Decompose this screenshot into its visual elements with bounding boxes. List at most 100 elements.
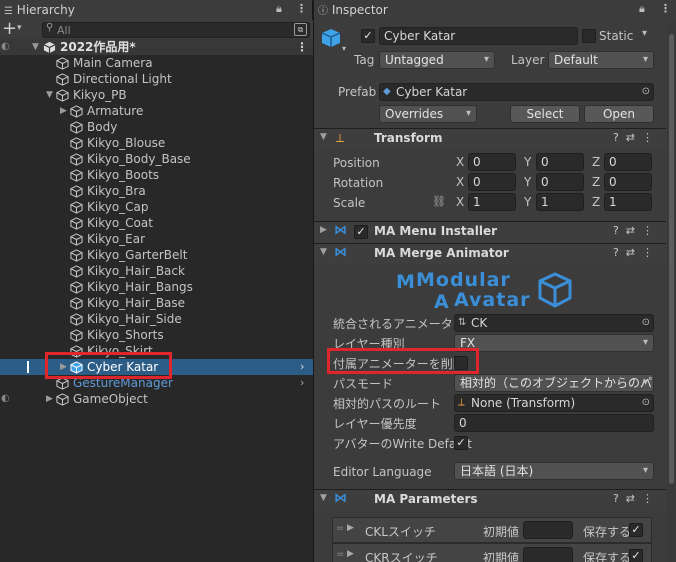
chevron-right-icon[interactable]: ▶ [347, 549, 354, 559]
hierarchy-item[interactable]: Kikyo_Blouse [0, 135, 313, 151]
help-icon[interactable]: ? [613, 492, 626, 505]
drag-handle-icon[interactable]: = [336, 549, 344, 560]
kebab-menu-icon[interactable]: ⋮ [296, 39, 308, 55]
component-icons[interactable]: ?⇄⋮ [613, 492, 660, 505]
select-button[interactable]: Select [510, 105, 580, 123]
hierarchy-item[interactable]: ▶ Armature [0, 103, 313, 119]
chevron-right-icon[interactable]: › [300, 359, 304, 375]
object-name-field[interactable]: Cyber Katar [379, 27, 578, 45]
axis-y-label[interactable]: Y [524, 195, 531, 209]
editor-language-dropdown[interactable]: 日本語 (日本) [454, 462, 654, 480]
component-icons[interactable]: ?⇄⋮ [613, 131, 660, 144]
hierarchy-item[interactable]: Kikyo_Hair_Base [0, 295, 313, 311]
tab-inspector[interactable]: ⓘ Inspector [314, 0, 676, 20]
scale-x-field[interactable]: 1 [468, 193, 516, 211]
help-icon[interactable]: ? [613, 224, 626, 237]
visibility-icon[interactable]: ◐ [1, 391, 10, 407]
drag-handle-icon[interactable]: = [336, 523, 344, 534]
hierarchy-item[interactable]: Kikyo_Hair_Bangs [0, 279, 313, 295]
hierarchy-item[interactable]: Kikyo_Body_Base [0, 151, 313, 167]
default-value-field[interactable] [523, 547, 573, 562]
hierarchy-item-selected[interactable]: ▶ Cyber Katar › [0, 359, 313, 375]
chevron-right-icon[interactable]: ▶ [347, 523, 354, 533]
scene-filter-icon[interactable]: ⧉ [294, 23, 307, 36]
chevron-down-icon[interactable]: ▾ [342, 44, 346, 53]
hierarchy-item[interactable]: Kikyo_Hair_Back [0, 263, 313, 279]
overrides-dropdown[interactable]: Overrides [379, 105, 477, 123]
scrollbar-thumb[interactable] [669, 34, 674, 484]
static-checkbox[interactable] [582, 29, 596, 43]
hierarchy-item[interactable]: Kikyo_GarterBelt [0, 247, 313, 263]
kebab-menu-icon[interactable]: ⋮ [642, 492, 660, 505]
hierarchy-item[interactable]: Kikyo_Coat [0, 215, 313, 231]
component-icons[interactable]: ?⇄⋮ [613, 246, 660, 259]
prefab-field[interactable]: ◆ Cyber Katar ⊙ [379, 83, 654, 101]
chevron-down-icon[interactable]: ▼ [320, 247, 327, 257]
parameters-header[interactable]: ▼ ⋈ MA Parameters ?⇄⋮ [314, 489, 666, 511]
component-icons[interactable]: ?⇄⋮ [613, 224, 660, 237]
search-input[interactable] [57, 23, 287, 37]
hierarchy-item[interactable]: ▶ GameObject [0, 391, 313, 407]
hierarchy-item[interactable]: Kikyo_Skirt [0, 343, 313, 359]
help-icon[interactable]: ? [613, 131, 626, 144]
axis-z-label[interactable]: Z [592, 155, 600, 169]
layer-type-dropdown[interactable]: FX [454, 334, 654, 352]
preset-icon[interactable]: ⇄ [626, 246, 642, 259]
menu-installer-enabled-checkbox[interactable]: ✓ [354, 225, 368, 239]
hierarchy-item[interactable]: GestureManager › [0, 375, 313, 391]
inspector-scrollbar[interactable] [667, 20, 676, 562]
scale-z-field[interactable]: 1 [604, 193, 652, 211]
relative-root-field[interactable]: ⟂ None (Transform) ⊙ [454, 394, 654, 412]
axis-z-label[interactable]: Z [592, 175, 600, 189]
help-icon[interactable]: ? [613, 246, 626, 259]
open-button[interactable]: Open [584, 105, 654, 123]
transform-header[interactable]: ▼ ⟂ Transform ?⇄⋮ [314, 128, 666, 150]
path-mode-dropdown[interactable]: 相対的（このオブジェクトからのパスを依存 [454, 374, 654, 392]
active-checkbox[interactable]: ✓ [361, 29, 375, 43]
preset-icon[interactable]: ⇄ [626, 224, 642, 237]
axis-x-label[interactable]: X [456, 195, 464, 209]
chevron-right-icon[interactable]: ▶ [320, 225, 327, 235]
lock-icon[interactable]: 🔒︎ [276, 2, 282, 16]
object-picker-icon[interactable]: ⊙ [642, 84, 650, 100]
hierarchy-search[interactable]: ⚲ ⧉ [42, 22, 310, 38]
kebab-menu-icon[interactable]: ⋮ [642, 246, 660, 259]
kebab-menu-icon[interactable]: ⋮ [642, 131, 660, 144]
link-icon[interactable]: ⛓ [432, 195, 446, 208]
menu-installer-header[interactable]: ▶ ⋈ ✓ MA Menu Installer ?⇄⋮ [314, 221, 666, 243]
hierarchy-item[interactable]: Kikyo_Boots [0, 167, 313, 183]
kebab-menu-icon[interactable]: ⋮ [296, 2, 307, 15]
hierarchy-item[interactable]: ▼ Kikyo_PB [0, 87, 313, 103]
chevron-down-icon[interactable]: ▼ [32, 39, 39, 55]
hierarchy-item[interactable]: Kikyo_Cap [0, 199, 313, 215]
axis-x-label[interactable]: X [456, 155, 464, 169]
kebab-menu-icon[interactable]: ⋮ [660, 2, 671, 15]
chevron-right-icon[interactable]: ▶ [46, 391, 53, 407]
position-x-field[interactable]: 0 [468, 153, 516, 171]
default-value-field[interactable] [523, 521, 573, 539]
rotation-x-field[interactable]: 0 [468, 173, 516, 191]
scene-row[interactable]: ◐ ▼ 2022作品用* ⋮ [0, 39, 313, 55]
preset-icon[interactable]: ⇄ [626, 492, 642, 505]
tag-dropdown[interactable]: Untagged [379, 51, 495, 69]
delete-attached-checkbox[interactable] [454, 356, 468, 370]
rotation-y-field[interactable]: 0 [536, 173, 584, 191]
hierarchy-item[interactable]: Main Camera [0, 55, 313, 71]
merge-animator-header[interactable]: ▼ ⋈ MA Merge Animator ?⇄⋮ [314, 243, 666, 265]
hierarchy-item[interactable]: Kikyo_Ear [0, 231, 313, 247]
scale-y-field[interactable]: 1 [536, 193, 584, 211]
chevron-right-icon[interactable]: ▶ [60, 103, 67, 119]
parameter-row[interactable]: = ▶ CKLスイッチ 初期値 保存する ✓ [332, 517, 652, 543]
position-y-field[interactable]: 0 [536, 153, 584, 171]
chevron-down-icon[interactable]: ▾ [17, 23, 22, 33]
axis-x-label[interactable]: X [456, 175, 464, 189]
visibility-icon[interactable]: ◐ [1, 39, 10, 55]
chevron-right-icon[interactable]: ▶ [60, 359, 67, 375]
axis-z-label[interactable]: Z [592, 195, 600, 209]
kebab-menu-icon[interactable]: ⋮ [642, 224, 660, 237]
chevron-right-icon[interactable]: › [300, 375, 304, 391]
add-icon[interactable]: + [2, 18, 17, 39]
object-picker-icon[interactable]: ⊙ [642, 395, 650, 411]
rotation-z-field[interactable]: 0 [604, 173, 652, 191]
write-defaults-checkbox[interactable]: ✓ [454, 436, 468, 450]
